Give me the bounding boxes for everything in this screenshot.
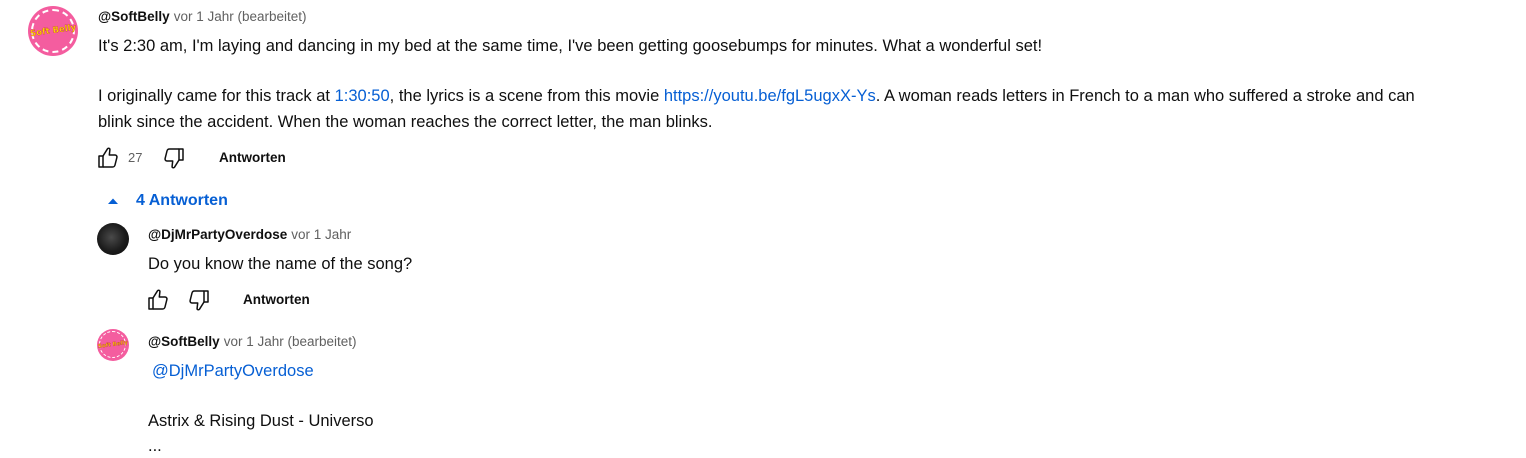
- reply-time[interactable]: vor 1 Jahr (bearbeitet): [224, 334, 357, 349]
- reply-text-ellipsis: ...: [148, 437, 162, 455]
- reply-author[interactable]: @DjMrPartyOverdose: [148, 227, 287, 242]
- replies-toggle[interactable]: 4 Antworten: [104, 191, 228, 211]
- dislike-button[interactable]: [162, 146, 186, 170]
- comment-time[interactable]: vor 1 Jahr (bearbeitet): [174, 9, 307, 24]
- reply-header: @DjMrPartyOverdose vor 1 Jahr: [148, 226, 351, 244]
- reply-time[interactable]: vor 1 Jahr: [291, 227, 351, 242]
- chevron-up-icon: [108, 198, 118, 204]
- avatar[interactable]: Soft Belly: [28, 6, 78, 56]
- thumbs-down-icon: [164, 148, 184, 169]
- comment-text-line3: blink since the accident. When the woman…: [98, 113, 713, 131]
- comment-text-line1: It's 2:30 am, I'm laying and dancing in …: [98, 37, 1043, 55]
- like-count: 27: [128, 150, 143, 165]
- comment-text-segment: , the lyrics is a scene from this movie: [389, 87, 664, 105]
- comment-author[interactable]: @SoftBelly: [98, 9, 170, 24]
- reply-avatar[interactable]: Soft Belly: [97, 329, 129, 361]
- timestamp-link[interactable]: 1:30:50: [335, 87, 390, 105]
- reply-avatar[interactable]: [97, 223, 129, 255]
- reply-button[interactable]: Antworten: [219, 150, 286, 165]
- comment-header: @SoftBelly vor 1 Jahr (bearbeitet): [98, 8, 307, 26]
- comment-text-segment: . A woman reads letters in French to a m…: [875, 87, 1415, 105]
- mention-link[interactable]: @DjMrPartyOverdose: [152, 359, 314, 383]
- thumbs-up-icon: [98, 147, 118, 168]
- thumbs-up-icon: [148, 289, 168, 310]
- comment-text-segment: I originally came for this track at: [98, 87, 335, 105]
- reply-dislike-button[interactable]: [187, 288, 211, 312]
- reply-author[interactable]: @SoftBelly: [148, 334, 220, 349]
- reply-like-button[interactable]: [146, 288, 170, 312]
- reply-text: Astrix & Rising Dust - Universo: [148, 412, 374, 430]
- thumbs-down-icon: [189, 290, 209, 311]
- replies-toggle-label: 4 Antworten: [136, 192, 228, 209]
- reply-text: Do you know the name of the song?: [148, 255, 413, 273]
- comment-text-line2: I originally came for this track at 1:30…: [98, 84, 1415, 108]
- reply-reply-button[interactable]: Antworten: [243, 292, 310, 307]
- video-url-link[interactable]: https://youtu.be/fgL5ugxX-Ys: [664, 87, 876, 105]
- reply-header: @SoftBelly vor 1 Jahr (bearbeitet): [148, 333, 357, 351]
- like-button[interactable]: [96, 146, 120, 170]
